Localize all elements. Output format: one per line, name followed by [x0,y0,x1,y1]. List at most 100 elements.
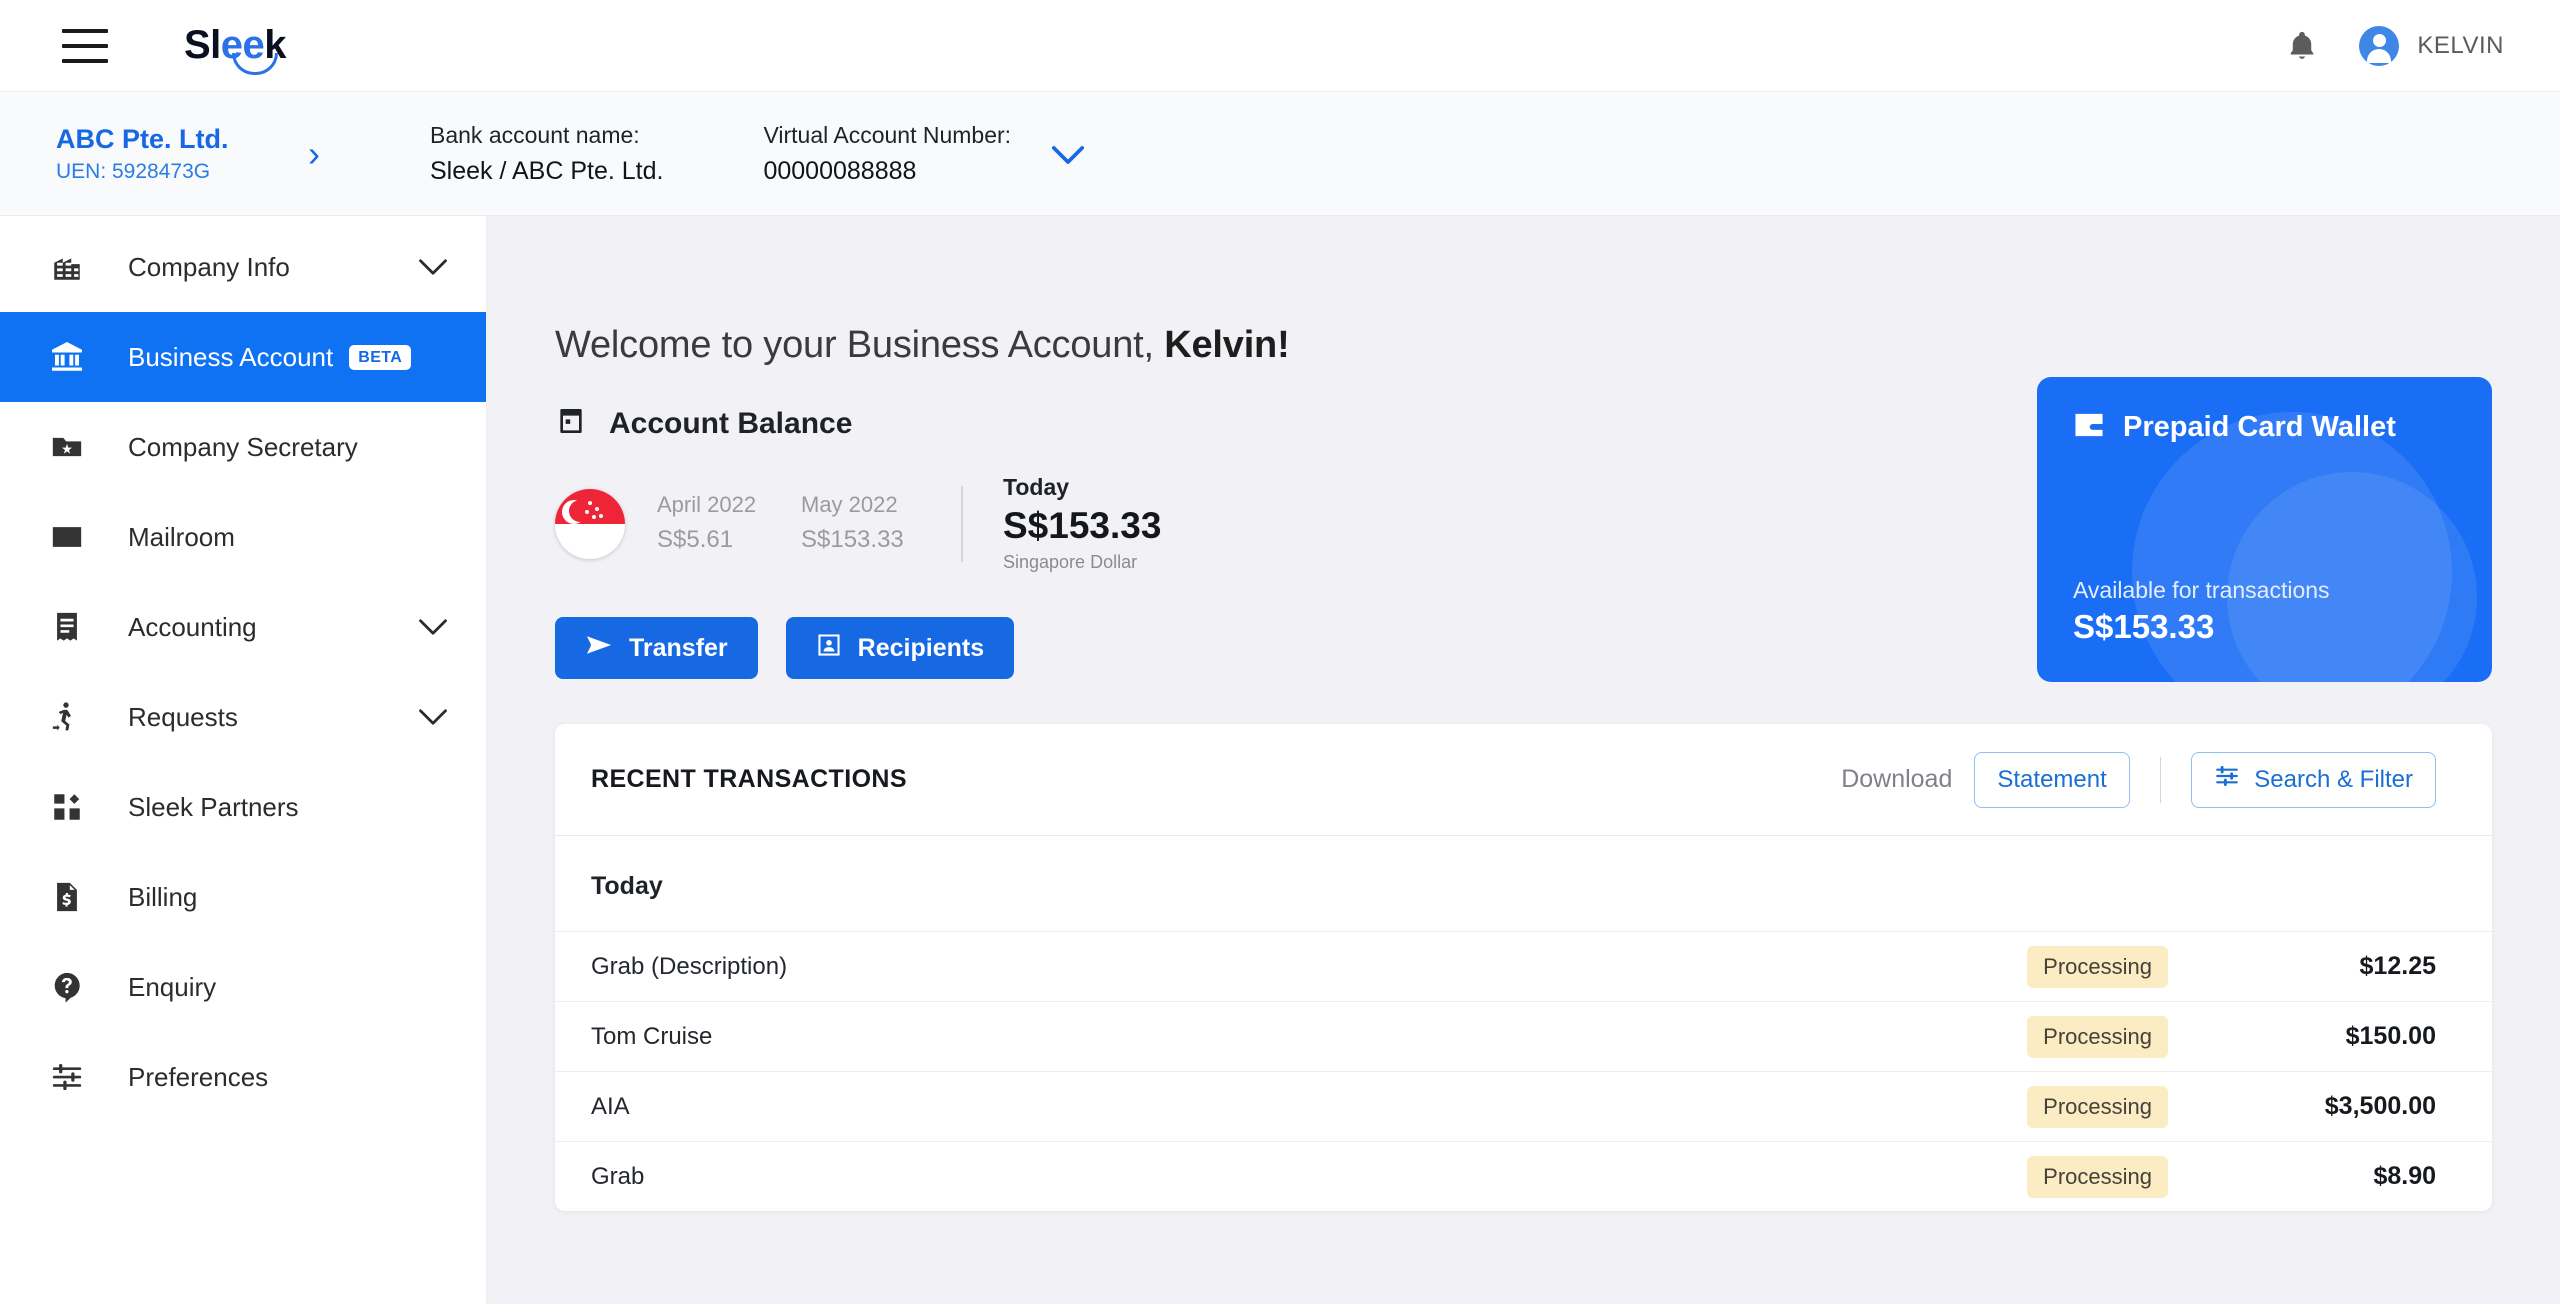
send-icon [585,634,613,663]
sidebar-item-accounting[interactable]: Accounting [0,582,486,672]
prepaid-card-amount: S$153.33 [2073,608,2215,645]
prepaid-card-subtitle: Available for transactions [2073,577,2330,603]
transaction-amount: $12.25 [2359,952,2436,980]
prepaid-card-title: Prepaid Card Wallet [2123,411,2396,443]
welcome-prefix: Welcome to your Business Account, [555,324,1165,366]
sidebar-item-label: Billing [128,881,198,912]
transaction-description: Grab (Description) [591,952,788,980]
today-amount: S$153.33 [1003,505,1162,546]
user-menu[interactable]: KELVIN [2359,25,2504,66]
sidebar-item-label: Requests [128,701,238,732]
company-name: ABC Pte. Ltd. [56,124,229,155]
search-filter-button[interactable]: Search & Filter [2191,751,2436,808]
prepaid-card-wallet[interactable]: Prepaid Card Wallet Available for transa… [2037,377,2492,682]
transactions-group-label: Today [591,872,663,900]
transfer-button[interactable]: Transfer [555,617,758,680]
transactions-header: RECENT TRANSACTIONS Download Statement S… [555,724,2492,836]
prepaid-card-footer: Available for transactions S$153.33 [2073,577,2330,646]
month-balance-may: May 2022 S$153.33 [801,488,913,559]
download-label: Download [1841,765,1953,793]
divider [2159,756,2162,803]
sidebar-item-company-info[interactable]: Company Info [0,222,486,312]
transactions-header-actions: Download Statement Search & Filter [1841,751,2436,808]
transaction-amount: $3,500.00 [2324,1092,2436,1120]
main-content: Welcome to your Business Account, Kelvin… [487,216,2560,1304]
help-icon [44,970,90,1004]
invoice-icon [44,880,90,914]
month-amount: S$153.33 [801,525,904,553]
action-buttons: Transfer Recipients [555,617,2037,680]
sidebar-item-label: Sleek Partners [128,791,299,822]
avatar [2359,25,2400,66]
sliders-icon [44,1060,90,1094]
status-badge: Processing [2027,1155,2168,1198]
currency-name: Singapore Dollar [1003,552,1138,573]
today-balance: Today S$153.33 Singapore Dollar [1003,474,1161,573]
chevron-down-icon[interactable] [418,618,448,636]
folder-star-icon [44,430,90,464]
balance-history-row: April 2022 S$5.61 May 2022 S$153.33 Toda… [555,474,2037,573]
bank-account-name-value: Sleek / ABC Pte. Ltd. [430,156,664,185]
logo-text-part1: Sl [184,23,221,67]
prepaid-card-header: Prepaid Card Wallet [2073,411,2456,444]
virtual-account-number-value: 00000088888 [763,156,917,185]
virtual-account-number-field: Virtual Account Number: 00000088888 [763,118,1011,189]
sidebar-item-mailroom[interactable]: Mailroom [0,492,486,582]
table-row[interactable]: Grab Processing $8.90 [555,1141,2492,1211]
month-label: April 2022 [657,491,757,517]
account-balance-header: Account Balance [555,405,2037,442]
sidebar-item-requests[interactable]: Requests [0,672,486,762]
bell-icon[interactable] [2285,27,2319,65]
sidebar-item-sleek-partners[interactable]: Sleek Partners [0,762,486,852]
bank-account-name-field: Bank account name: Sleek / ABC Pte. Ltd. [430,118,663,189]
transfer-button-label: Transfer [629,633,728,662]
company-switcher[interactable]: ABC Pte. Ltd. UEN: 5928473G [56,123,286,184]
sidebar-item-billing[interactable]: Billing [0,852,486,942]
chevron-right-icon[interactable]: › [308,135,320,172]
sleek-logo[interactable]: Sl ee k [184,23,287,75]
balance-section: Account Balance April 2022 S$5.61 May 20… [555,377,2492,682]
statement-button[interactable]: Statement [1974,751,2130,808]
sidebar-item-label: Company Secretary [128,431,358,462]
top-bar-right: KELVIN [2285,25,2504,66]
sub-header: ABC Pte. Ltd. UEN: 5928473G › Bank accou… [0,92,2560,216]
singapore-flag-icon [555,488,625,559]
page-title: Welcome to your Business Account, Kelvin… [555,324,2492,367]
company-uen: UEN: 5928473G [56,159,211,183]
sliders-icon [2214,763,2240,796]
table-row[interactable]: Grab (Description) Processing $12.25 [555,931,2492,1001]
sidebar-item-company-secretary[interactable]: Company Secretary [0,402,486,492]
building-icon [44,250,90,284]
sidebar-item-label: Mailroom [128,521,235,552]
month-label: May 2022 [801,491,898,517]
statement-button-label: Statement [1997,765,2107,793]
hamburger-icon[interactable] [62,28,108,63]
transaction-amount: $150.00 [2345,1022,2436,1050]
month-amount: S$5.61 [657,525,734,553]
status-badge: Processing [2027,945,2168,988]
wallet-icon [2073,411,2105,444]
chevron-down-icon[interactable] [418,708,448,726]
table-row[interactable]: AIA Processing $3,500.00 [555,1071,2492,1141]
recipients-button[interactable]: Recipients [785,617,1015,680]
account-balance-title: Account Balance [609,406,853,440]
transaction-amount: $8.90 [2373,1162,2436,1190]
today-label: Today [1003,474,1070,500]
sidebar-item-preferences[interactable]: Preferences [0,1032,486,1122]
account-balance-block: Account Balance April 2022 S$5.61 May 20… [555,405,2037,680]
sidebar-item-label: Preferences [128,1061,269,1092]
search-filter-button-label: Search & Filter [2254,765,2413,793]
status-badge: Processing [2027,1015,2168,1058]
blocks-icon [44,790,90,824]
table-row[interactable]: Tom Cruise Processing $150.00 [555,1001,2492,1071]
chevron-down-icon[interactable] [418,258,448,276]
bank-icon [44,339,90,375]
divider [961,485,963,562]
sidebar-item-enquiry[interactable]: Enquiry [0,942,486,1032]
sidebar-item-business-account[interactable]: Business Account BETA [0,312,486,402]
chevron-down-icon[interactable] [1051,142,1085,172]
transaction-description: Grab [591,1162,645,1190]
status-badge: Processing [2027,1085,2168,1128]
bank-account-name-label: Bank account name: [430,122,640,149]
contact-card-icon [816,632,842,665]
